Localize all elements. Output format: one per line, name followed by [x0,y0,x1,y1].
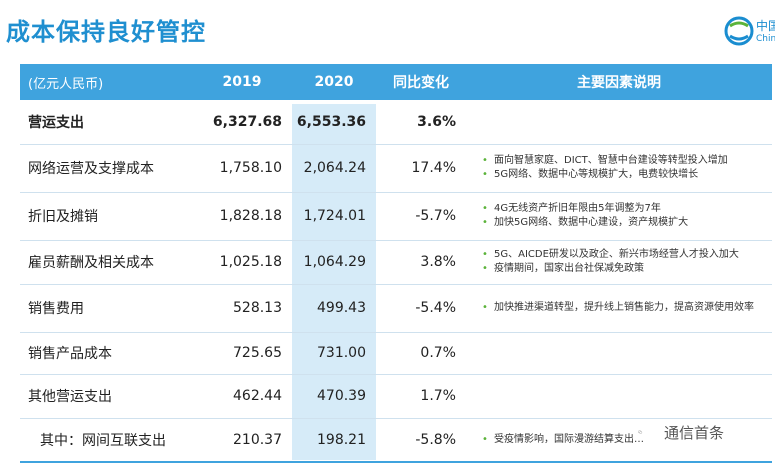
page-title: 成本保持良好管控 [6,18,206,46]
value-change: -5.8% [376,418,466,463]
bullet-icon: • [482,217,488,228]
value-change: 17.4% [376,144,466,193]
value-2020: 731.00 [292,332,376,375]
table-row: 折旧及摊销 1,828.18 1,724.01 -5.7% • 4G无线资产折旧年限由5年… [20,192,772,241]
bullet-icon: • [482,433,488,445]
factors-cell: • 受疫情影响，国际漫游结算支出… [466,418,772,463]
value-2019: 1,025.18 [192,240,292,285]
factor-text: 疫情期间，国家出台社保减免政策 [494,263,644,274]
factor-item: • 疫情期间，国家出台社保减免政策 [482,262,772,276]
value-2019: 6,327.68 [192,100,292,145]
factor-text: 5G、AICDE研发以及政企、新兴市场经营人才投入加大 [494,249,739,260]
value-2020: 499.43 [292,284,376,333]
row-name: 网络运营及支撑成本 [20,144,192,193]
header-2019: 2019 [192,64,292,100]
factors-cell [466,374,772,419]
bullet-icon: • [482,263,488,274]
factor-item: • 5G、AICDE研发以及政企、新兴市场经营人才投入加大 [482,248,772,262]
factor-item: • 受疫情影响，国际漫游结算支出… [482,433,772,447]
table-row: 销售产品成本 725.65 731.00 0.7% [20,332,772,375]
header-unit: (亿元人民币) [20,64,192,100]
bullet-icon: • [482,155,488,166]
factor-text: 5G网络、数据中心等规模扩大，电费较快增长 [494,169,699,180]
value-2020: 6,553.36 [292,100,376,145]
factor-text: 加快推进渠道转型，提升线上销售能力，提高资源使用效率 [494,302,754,313]
row-name: 销售费用 [20,284,192,333]
value-2020: 198.21 [292,418,376,463]
factor-item: • 面向智慧家庭、DICT、智慧中台建设等转型投入增加 [482,154,772,168]
table-header-row: (亿元人民币) 2019 2020 同比变化 主要因素说明 [20,64,772,100]
row-name: 雇员薪酬及相关成本 [20,240,192,285]
value-2019: 210.37 [192,418,292,463]
factor-item: • 加快5G网络、数据中心建设，资产规模扩大 [482,216,772,230]
value-2019: 462.44 [192,374,292,419]
row-name: 销售产品成本 [20,332,192,375]
table-row: 雇员薪酬及相关成本 1,025.18 1,064.29 3.8% • 5G、AICDE研发… [20,240,772,285]
value-change: 1.7% [376,374,466,419]
table-row: 其他营运支出 462.44 470.39 1.7% [20,374,772,419]
wechat-icon [638,430,643,434]
cost-table: (亿元人民币) 2019 2020 同比变化 主要因素说明 营运支出 6,327.… [20,64,772,463]
table-row: 销售费用 528.13 499.43 -5.4% • 加快推进渠道转型，提升线上销售能力，… [20,284,772,333]
value-2019: 528.13 [192,284,292,333]
bullet-icon: • [482,302,488,313]
header-2020: 2020 [292,64,376,100]
factors-cell: • 加快推进渠道转型，提升线上销售能力，提高资源使用效率 [466,284,772,333]
value-change: -5.7% [376,192,466,241]
logo-text: 中国 [756,19,775,33]
value-2020: 2,064.24 [292,144,376,193]
value-2020: 470.39 [292,374,376,419]
value-change: 0.7% [376,332,466,375]
row-name: 折旧及摊销 [20,192,192,241]
factors-cell: • 5G、AICDE研发以及政企、新兴市场经营人才投入加大 • 疫情期间，国家出台社保… [466,240,772,285]
factor-text: 受疫情影响，国际漫游结算支出… [494,433,644,445]
factors-cell: • 面向智慧家庭、DICT、智慧中台建设等转型投入增加 • 5G网络、数据中心等规模扩… [466,144,772,193]
factor-item: • 加快推进渠道转型，提升线上销售能力，提高资源使用效率 [482,301,772,315]
factors-cell [466,100,772,145]
bullet-icon: • [482,169,488,180]
value-change: 3.8% [376,240,466,285]
watermark-text: 通信首条 [664,424,725,442]
factor-item: • 5G网络、数据中心等规模扩大，电费较快增长 [482,168,772,182]
value-2019: 1,758.10 [192,144,292,193]
header-change: 同比变化 [376,64,466,100]
factors-cell: • 4G无线资产折旧年限由5年调整为7年 • 加快5G网络、数据中心建设，资产规模扩大 [466,192,772,241]
row-name: 其他营运支出 [20,374,192,419]
header-factors: 主要因素说明 [466,64,772,100]
factor-text: 加快5G网络、数据中心建设，资产规模扩大 [494,217,689,228]
value-2019: 725.65 [192,332,292,375]
value-2020: 1,064.29 [292,240,376,285]
row-name: 其中：网间互联支出 [20,418,192,463]
factor-text: 4G无线资产折旧年限由5年调整为7年 [494,203,661,214]
factors-cell [466,332,772,375]
bullet-icon: • [482,203,488,214]
table-row: 营运支出 6,327.68 6,553.36 3.6% [20,100,772,145]
bullet-icon: • [482,249,488,260]
row-name: 营运支出 [20,100,192,145]
table-row: 网络运营及支撑成本 1,758.10 2,064.24 17.4% • 面向智慧家庭、DI… [20,144,772,193]
value-2019: 1,828.18 [192,192,292,241]
value-2020: 1,724.01 [292,192,376,241]
logo-subtext: Chin [756,34,775,44]
factor-item: • 4G无线资产折旧年限由5年调整为7年 [482,202,772,216]
value-change: -5.4% [376,284,466,333]
value-change: 3.6% [376,100,466,145]
factor-text: 面向智慧家庭、DICT、智慧中台建设等转型投入增加 [494,155,728,166]
